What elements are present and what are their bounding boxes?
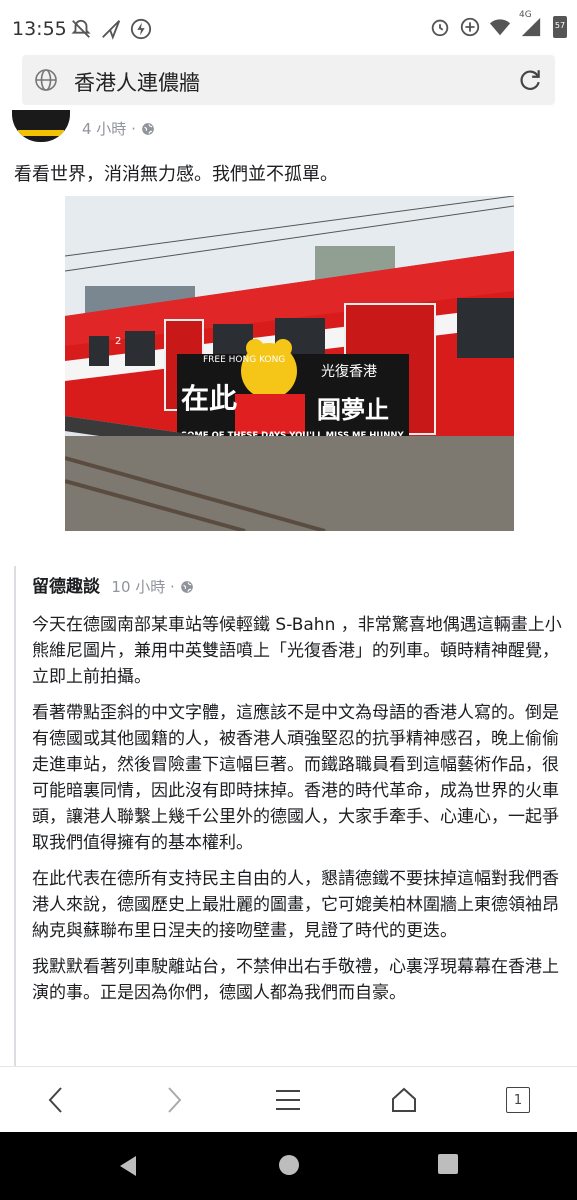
shared-time-text: 10 小時 · [111,578,175,596]
banner-left-text: 在此 [181,382,237,415]
public-globe-icon [141,123,154,135]
chevron-right-icon [168,1087,182,1113]
shared-paragraph: 今天在德國南部某車站等候輕鐵 S-Bahn ，非常驚喜地偶遇這輛畫上小熊維尼圖片… [32,615,562,687]
signal-icon [521,17,541,37]
tab-count: 1 [513,1092,523,1108]
alarm-icon [431,19,449,37]
wifi-icon [489,19,511,36]
shared-paragraph: 我默默看著列車駛離站台，不禁伸出右手敬禮，心裏浮現幕幕在香港上演的事。正是因為你… [32,957,559,1003]
train-photo: FREE HONG KONG 光復香港 在此 圓夢止 SOME OF THESE… [65,196,514,531]
shared-post-header: 留德趣談 10 小時 · [32,572,194,597]
reload-icon[interactable] [517,67,543,93]
post-timestamp[interactable]: 4 小時 · [82,118,155,139]
system-nav-bar [0,1132,577,1200]
forward-button[interactable] [154,1083,194,1117]
data-saver-icon [460,17,480,37]
send-icon [102,20,121,40]
post-header: 4 小時 · [12,110,572,146]
banner-guangfu: 光復香港 [321,363,377,380]
shared-post: 留德趣談 10 小時 · 今天在德國南部某車站等候輕鐵 S-Bahn ，非常驚喜… [14,566,576,1066]
post-text: 看看世界，消消無力感。我們並不孤單。 [14,164,338,185]
shared-timestamp[interactable]: 10 小時 · [111,578,193,596]
car-number: 2 [115,336,121,347]
system-recents-icon[interactable] [438,1154,458,1174]
address-bar[interactable]: 香港人連儂牆 [22,55,555,105]
avatar[interactable] [12,110,70,142]
back-button[interactable] [36,1083,76,1117]
signal-indicator: 4G [519,10,545,38]
public-globe-icon [180,581,193,593]
system-home-icon[interactable] [278,1154,300,1176]
tabs-button[interactable]: 1 [498,1083,538,1117]
banner-right-text: 圓夢止 [317,396,389,424]
flash-icon [130,18,152,40]
battery-level: 57 [554,21,566,30]
post-time-text: 4 小時 · [82,120,136,138]
shared-author[interactable]: 留德趣談 [32,577,100,597]
address-text[interactable]: 香港人連儂牆 [74,67,200,97]
menu-button[interactable] [268,1083,308,1117]
home-icon [392,1087,416,1112]
battery-icon: 57 [553,16,567,38]
browser-nav-bar: 1 [0,1066,577,1133]
shared-paragraph: 在此代表在德所有支持民主自由的人，懇請德鐵不要抹掉這幅對我們香港人來說，德國歷史… [32,869,559,941]
status-time: 13:55 [12,18,67,40]
shared-body: 今天在德國南部某車站等候輕鐵 S-Bahn ，非常驚喜地偶遇這輛畫上小熊維尼圖片… [32,612,562,1016]
status-icons-left [70,18,152,40]
system-back-icon[interactable] [116,1154,140,1178]
shared-paragraph: 看著帶點歪斜的中文字體，這應該不是中文為母語的香港人寫的。倒是有德國或其他國籍的… [32,703,559,853]
chevron-left-icon [48,1087,62,1113]
banner-free-hk: FREE HONG KONG [203,355,285,365]
post-photo[interactable]: FREE HONG KONG 光復香港 在此 圓夢止 SOME OF THESE… [65,196,514,531]
globe-icon [35,69,57,91]
tabs-icon: 1 [506,1087,530,1113]
status-icons-right: 4G 57 [429,10,567,38]
home-button[interactable] [384,1083,424,1117]
menu-icon [276,1090,300,1110]
status-bar: 13:55 4G 57 [0,0,577,60]
notifications-off-icon [71,19,91,38]
